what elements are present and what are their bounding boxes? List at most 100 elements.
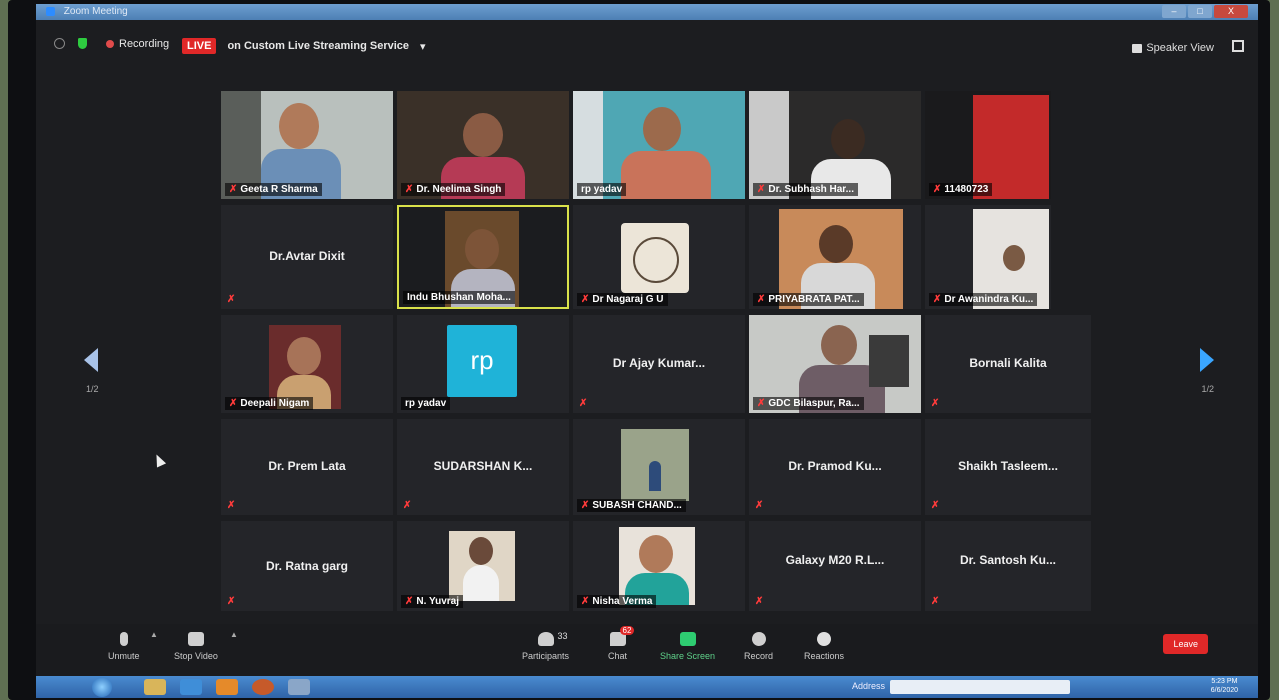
speaker-view-button[interactable]: Speaker View [1132, 42, 1214, 54]
video-tile[interactable]: ✗ Geeta R Sharma [221, 91, 393, 199]
record-button[interactable]: Record [744, 632, 773, 661]
muted-mic-icon: ✗ [931, 596, 940, 607]
video-tile[interactable]: ✗ 11480723 [925, 91, 1051, 199]
address-input[interactable] [890, 680, 1070, 694]
prev-page-arrow-icon[interactable] [84, 348, 98, 372]
page-indicator-right: 1/2 [1201, 384, 1214, 394]
file-explorer-icon[interactable] [144, 679, 166, 695]
start-button-icon[interactable] [92, 677, 112, 697]
participant-name: ✗ Deepali Nigam [225, 397, 314, 410]
video-tile[interactable]: ✗ Dr Nagaraj G U [573, 205, 745, 309]
zoom-app-icon [46, 6, 55, 16]
window-title: Zoom Meeting [63, 6, 128, 17]
college-seal-image [621, 223, 689, 293]
participant-name: ✗ Dr. Neelima Singh [401, 183, 506, 196]
name-tile[interactable]: Dr. Ratna garg ✗ [221, 521, 393, 611]
share-screen-label: Share Screen [660, 651, 716, 661]
video-tile[interactable]: ✗ Deepali Nigam [221, 315, 393, 413]
mouse-cursor-icon [151, 452, 167, 468]
muted-mic-icon: ✗ [755, 500, 764, 511]
reactions-label: Reactions [804, 651, 845, 661]
video-tile[interactable]: rp yadav [573, 91, 745, 199]
participants-label: Participants [522, 651, 570, 661]
address-label: Address [852, 681, 886, 691]
chat-label: Chat [608, 651, 628, 661]
name-tile[interactable]: Galaxy M20 R.L... ✗ [749, 521, 921, 611]
name-tile[interactable]: Shaikh Tasleem... ✗ [925, 419, 1091, 515]
name-tile[interactable]: Dr.Avtar Dixit ✗ [221, 205, 393, 309]
speaker-view-label: Speaker View [1146, 42, 1214, 54]
muted-mic-icon [119, 632, 128, 646]
recording-indicator[interactable]: Recording [106, 38, 169, 50]
participant-name: ✗ Geeta R Sharma [225, 183, 322, 196]
muted-mic-icon: ✗ [227, 596, 236, 607]
video-tile[interactable]: ✗ Dr. Neelima Singh [397, 91, 569, 199]
name-tile[interactable]: Dr. Prem Lata ✗ [221, 419, 393, 515]
chevron-up-icon[interactable]: ▲ [150, 630, 158, 639]
meeting-toolbar: Unmute ▲ Stop Video ▲ 33 Participants 62… [36, 624, 1258, 676]
stop-video-button[interactable]: Stop Video [174, 632, 218, 661]
live-badge: LIVE [182, 38, 217, 54]
chat-button[interactable]: 62 Chat [608, 626, 635, 661]
encryption-shield-icon[interactable] [78, 38, 87, 49]
clock-date: 6/6/2020 [1210, 687, 1238, 694]
avatar: rp [447, 325, 517, 397]
chevron-up-icon[interactable]: ▲ [230, 630, 238, 639]
participant-name: Bornali Kalita [969, 356, 1047, 371]
participant-name: Dr.Avtar Dixit [269, 248, 345, 263]
video-tile[interactable]: ✗ PRIYABRATA PAT... [749, 205, 921, 309]
grid-icon [1132, 43, 1143, 53]
participant-name: Dr. Santosh Ku... [959, 553, 1056, 568]
active-speaker-tile[interactable]: Indu Bhushan Moha... [397, 205, 569, 309]
participants-button[interactable]: 33 Participants [522, 631, 570, 661]
name-tile[interactable]: SUDARSHAN K... ✗ [397, 419, 569, 515]
participant-name: Dr Ajay Kumar... [612, 356, 706, 371]
page-indicator-left: 1/2 [86, 384, 99, 394]
unmute-label: Unmute [108, 651, 140, 661]
video-tile[interactable]: ✗ Dr Awanindra Ku... [925, 205, 1051, 309]
chat-bubble-icon: 62 [609, 626, 635, 646]
video-tile[interactable]: ✗ SUBASH CHAND... [573, 419, 745, 515]
firefox-icon[interactable] [252, 679, 274, 695]
participant-name: Dr. Pramod Ku... [788, 459, 882, 474]
video-tile[interactable]: ✗ GDC Bilaspur, Ra... [749, 315, 921, 413]
participant-name: ✗ N. Yuvraj [401, 595, 464, 608]
record-label: Record [744, 651, 774, 661]
video-tile[interactable]: ✗ Dr. Subhash Har... [749, 91, 921, 199]
info-icon[interactable] [54, 38, 65, 49]
zoom-taskbar-icon[interactable] [288, 679, 310, 695]
media-player-icon[interactable] [216, 679, 238, 695]
muted-mic-icon: ✗ [931, 500, 940, 511]
smiley-icon [817, 632, 832, 646]
video-tile[interactable]: rp rp yadav [397, 315, 569, 413]
video-tile[interactable]: ✗ Nisha Verma [573, 521, 745, 611]
share-screen-button[interactable]: Share Screen [660, 632, 715, 661]
name-tile[interactable]: Bornali Kalita ✗ [925, 315, 1091, 413]
participant-name: ✗ 11480723 [929, 183, 993, 196]
maximize-button[interactable]: □ [1188, 5, 1212, 18]
participant-name: ✗ Dr. Subhash Har... [753, 183, 858, 196]
next-page-arrow-icon[interactable] [1200, 348, 1214, 372]
leave-button[interactable]: Leave [1163, 634, 1208, 654]
people-icon: 33 [537, 631, 568, 646]
video-tile[interactable]: ✗ N. Yuvraj [397, 521, 569, 611]
participant-name: SUDARSHAN K... [433, 459, 533, 474]
minimize-button[interactable]: – [1162, 5, 1186, 18]
system-clock[interactable]: 5:23 PM 6/6/2020 [1211, 677, 1238, 695]
meeting-topbar: Recording LIVE on Custom Live Streaming … [36, 26, 1258, 66]
internet-explorer-icon[interactable] [180, 679, 202, 695]
reactions-button[interactable]: Reactions [804, 632, 844, 661]
fullscreen-icon[interactable] [1232, 40, 1244, 52]
name-tile[interactable]: Dr. Santosh Ku... ✗ [925, 521, 1091, 611]
name-tile[interactable]: Dr. Pramod Ku... ✗ [749, 419, 921, 515]
unmute-button[interactable]: Unmute [108, 632, 140, 661]
participant-name: rp yadav [577, 183, 627, 196]
participant-name: ✗ SUBASH CHAND... [577, 499, 686, 512]
participant-name: Shaikh Tasleem... [958, 459, 1058, 474]
participant-name: rp yadav [401, 397, 451, 410]
participant-name: ✗ Nisha Verma [577, 595, 657, 608]
title-bar: Zoom Meeting – □ X [36, 4, 1258, 20]
live-stream-indicator[interactable]: LIVE on Custom Live Streaming Service ▾ [182, 38, 426, 54]
close-button[interactable]: X [1214, 5, 1248, 18]
name-tile[interactable]: Dr Ajay Kumar... ✗ [573, 315, 745, 413]
